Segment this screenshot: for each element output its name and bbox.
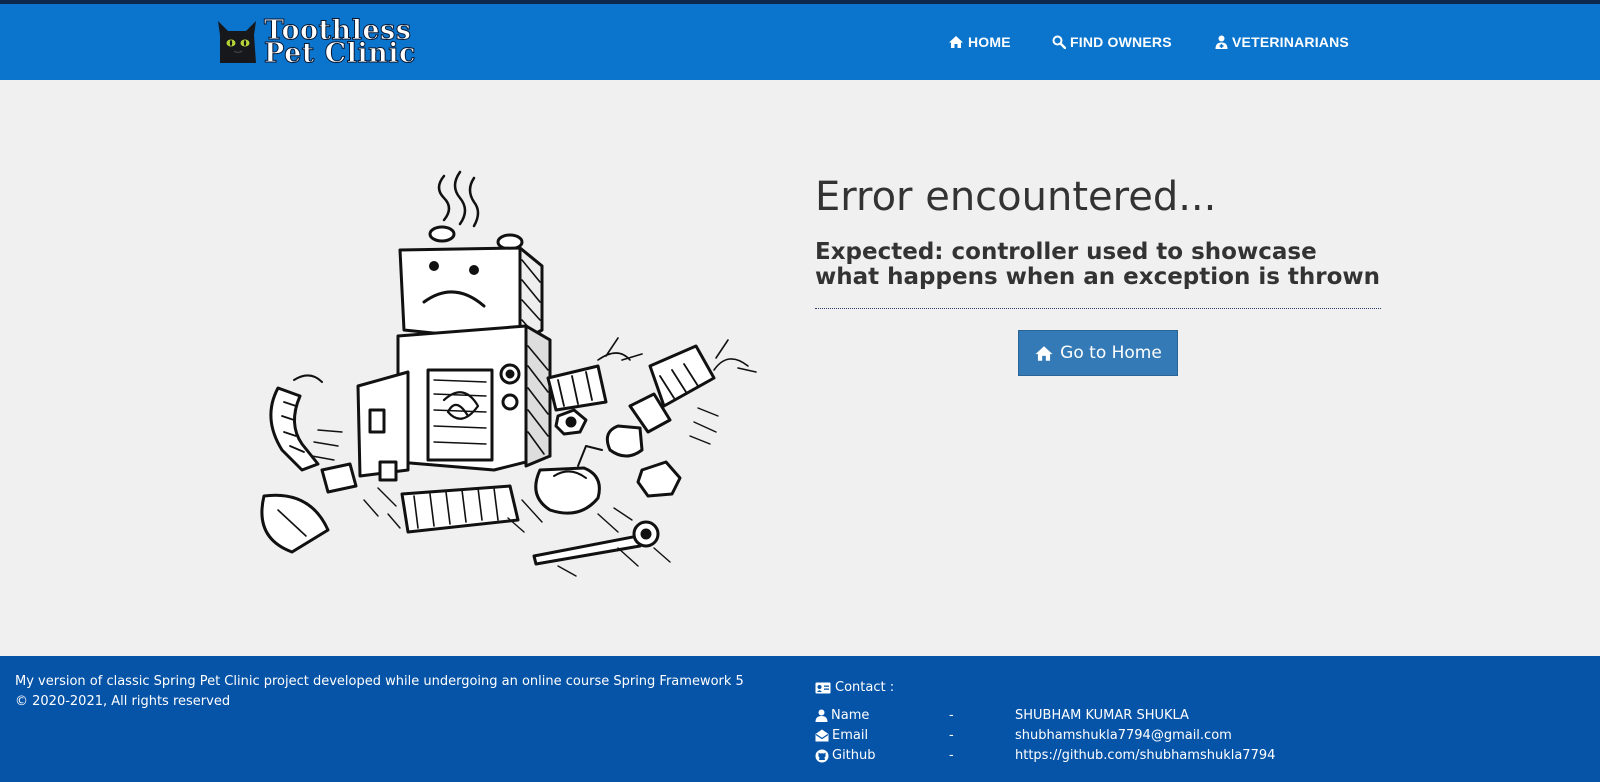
go-to-home-button[interactable]: Go to Home: [1018, 330, 1178, 376]
contact-name-value: SHUBHAM KUMAR SHUKLA: [1015, 708, 1189, 723]
go-to-home-label: Go to Home: [1060, 343, 1162, 363]
search-icon: [1052, 35, 1066, 49]
nav-veterinarians-label: VETERINARIANS: [1232, 34, 1349, 50]
contact-title-label: Contact :: [835, 680, 895, 695]
footer: My version of classic Spring Pet Clinic …: [0, 656, 1600, 782]
contact-row-email: Email - shubhamshukla7794@gmail.com: [815, 728, 1575, 748]
user-md-icon: [1215, 35, 1228, 49]
nav-home-label: HOME: [968, 34, 1011, 50]
contact-github-value[interactable]: https://github.com/shubhamshukla7794: [1015, 748, 1275, 763]
error-subtitle: Expected: controller used to showcase wh…: [815, 239, 1381, 290]
github-icon: [815, 749, 829, 762]
nav-veterinarians[interactable]: VETERINARIANS: [1215, 4, 1349, 80]
contact-email-label: Email: [832, 728, 869, 743]
home-icon: [949, 36, 963, 48]
contact-name-label: Name: [831, 708, 870, 723]
footer-line2: © 2020-2021, All rights reserved: [15, 694, 231, 709]
contact-row-name: Name - SHUBHAM KUMAR SHUKLA: [815, 708, 1575, 728]
footer-line1: My version of classic Spring Pet Clinic …: [15, 674, 744, 689]
contact-github-separator: -: [949, 748, 954, 763]
envelope-icon: [815, 729, 829, 742]
divider: [815, 308, 1381, 309]
nav-find-owners-label: FIND OWNERS: [1070, 34, 1172, 50]
id-card-icon: [815, 682, 831, 693]
footer-description: My version of classic Spring Pet Clinic …: [15, 672, 744, 712]
main-nav: HOME FIND OWNERS VETERINARIANS: [0, 4, 1600, 80]
contact-github-label: Github: [832, 748, 876, 763]
contact-name-separator: -: [949, 708, 954, 723]
contact-title: Contact :: [815, 680, 894, 695]
broken-robot-illustration: [260, 170, 757, 577]
home-icon: [1035, 345, 1053, 361]
error-title: Error encountered...: [815, 174, 1217, 220]
nav-find-owners[interactable]: FIND OWNERS: [1052, 4, 1172, 80]
contact-email-value[interactable]: shubhamshukla7794@gmail.com: [1015, 728, 1232, 743]
nav-home[interactable]: HOME: [948, 4, 1011, 80]
user-icon: [815, 709, 828, 722]
contact-row-github: Github - https://github.com/shubhamshukl…: [815, 748, 1575, 768]
contact-email-separator: -: [949, 728, 954, 743]
